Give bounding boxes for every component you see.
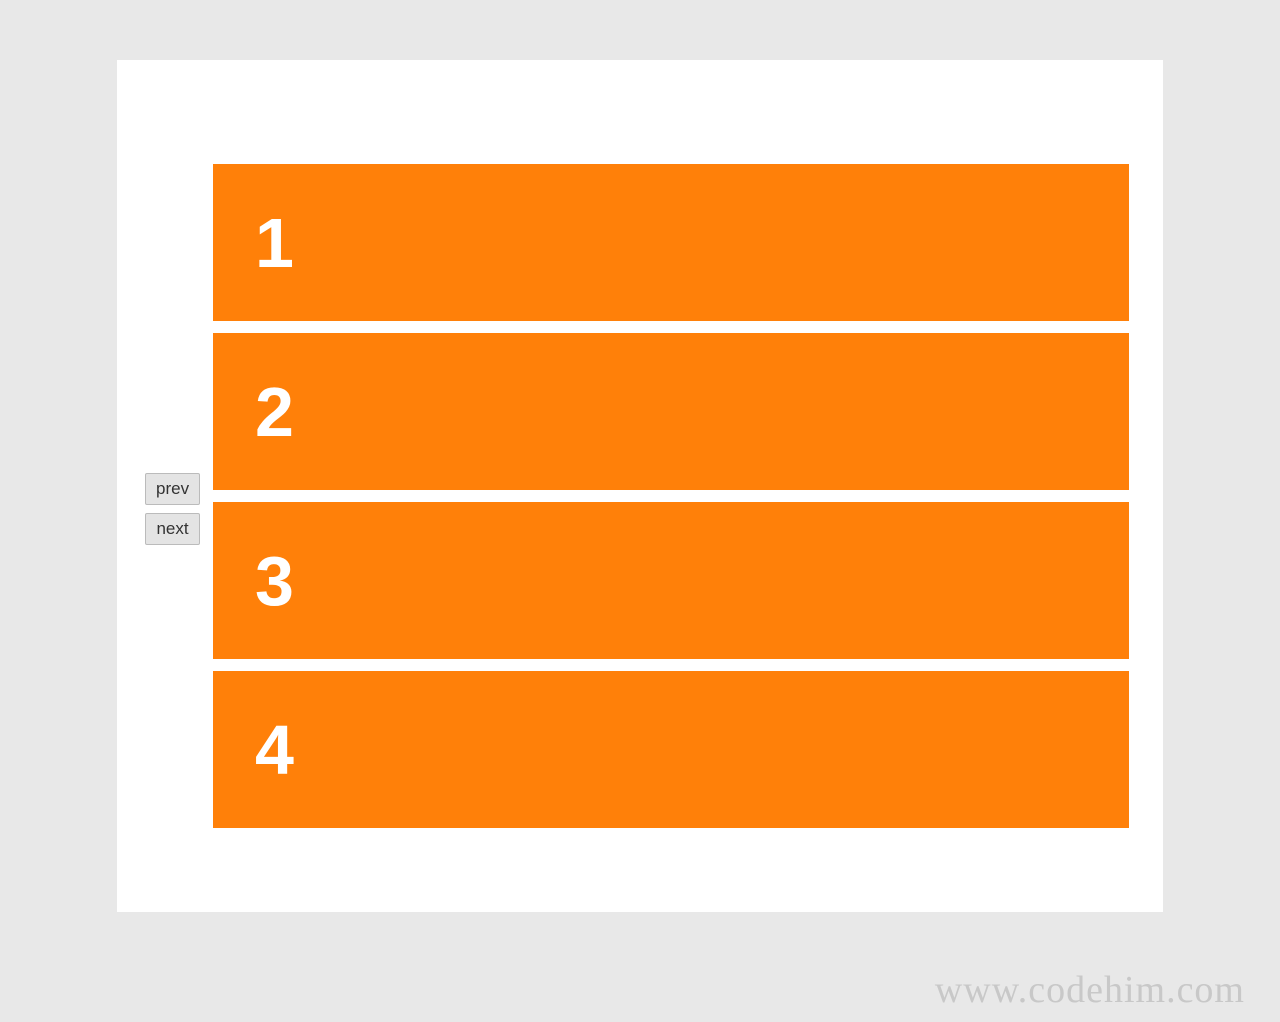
main-container: prev next 1 2 3 4: [117, 60, 1163, 912]
next-button[interactable]: next: [145, 513, 200, 545]
watermark-text: www.codehim.com: [935, 968, 1245, 1012]
slide-item: 2: [213, 333, 1129, 490]
slide-number: 1: [255, 203, 294, 283]
prev-button[interactable]: prev: [145, 473, 200, 505]
slide-number: 2: [255, 372, 294, 452]
slide-number: 4: [255, 710, 294, 790]
slide-item: 4: [213, 671, 1129, 828]
slide-number: 3: [255, 541, 294, 621]
slide-item: 1: [213, 164, 1129, 321]
slide-item: 3: [213, 502, 1129, 659]
nav-controls: prev next: [145, 473, 200, 545]
slides-container: 1 2 3 4: [213, 164, 1129, 828]
